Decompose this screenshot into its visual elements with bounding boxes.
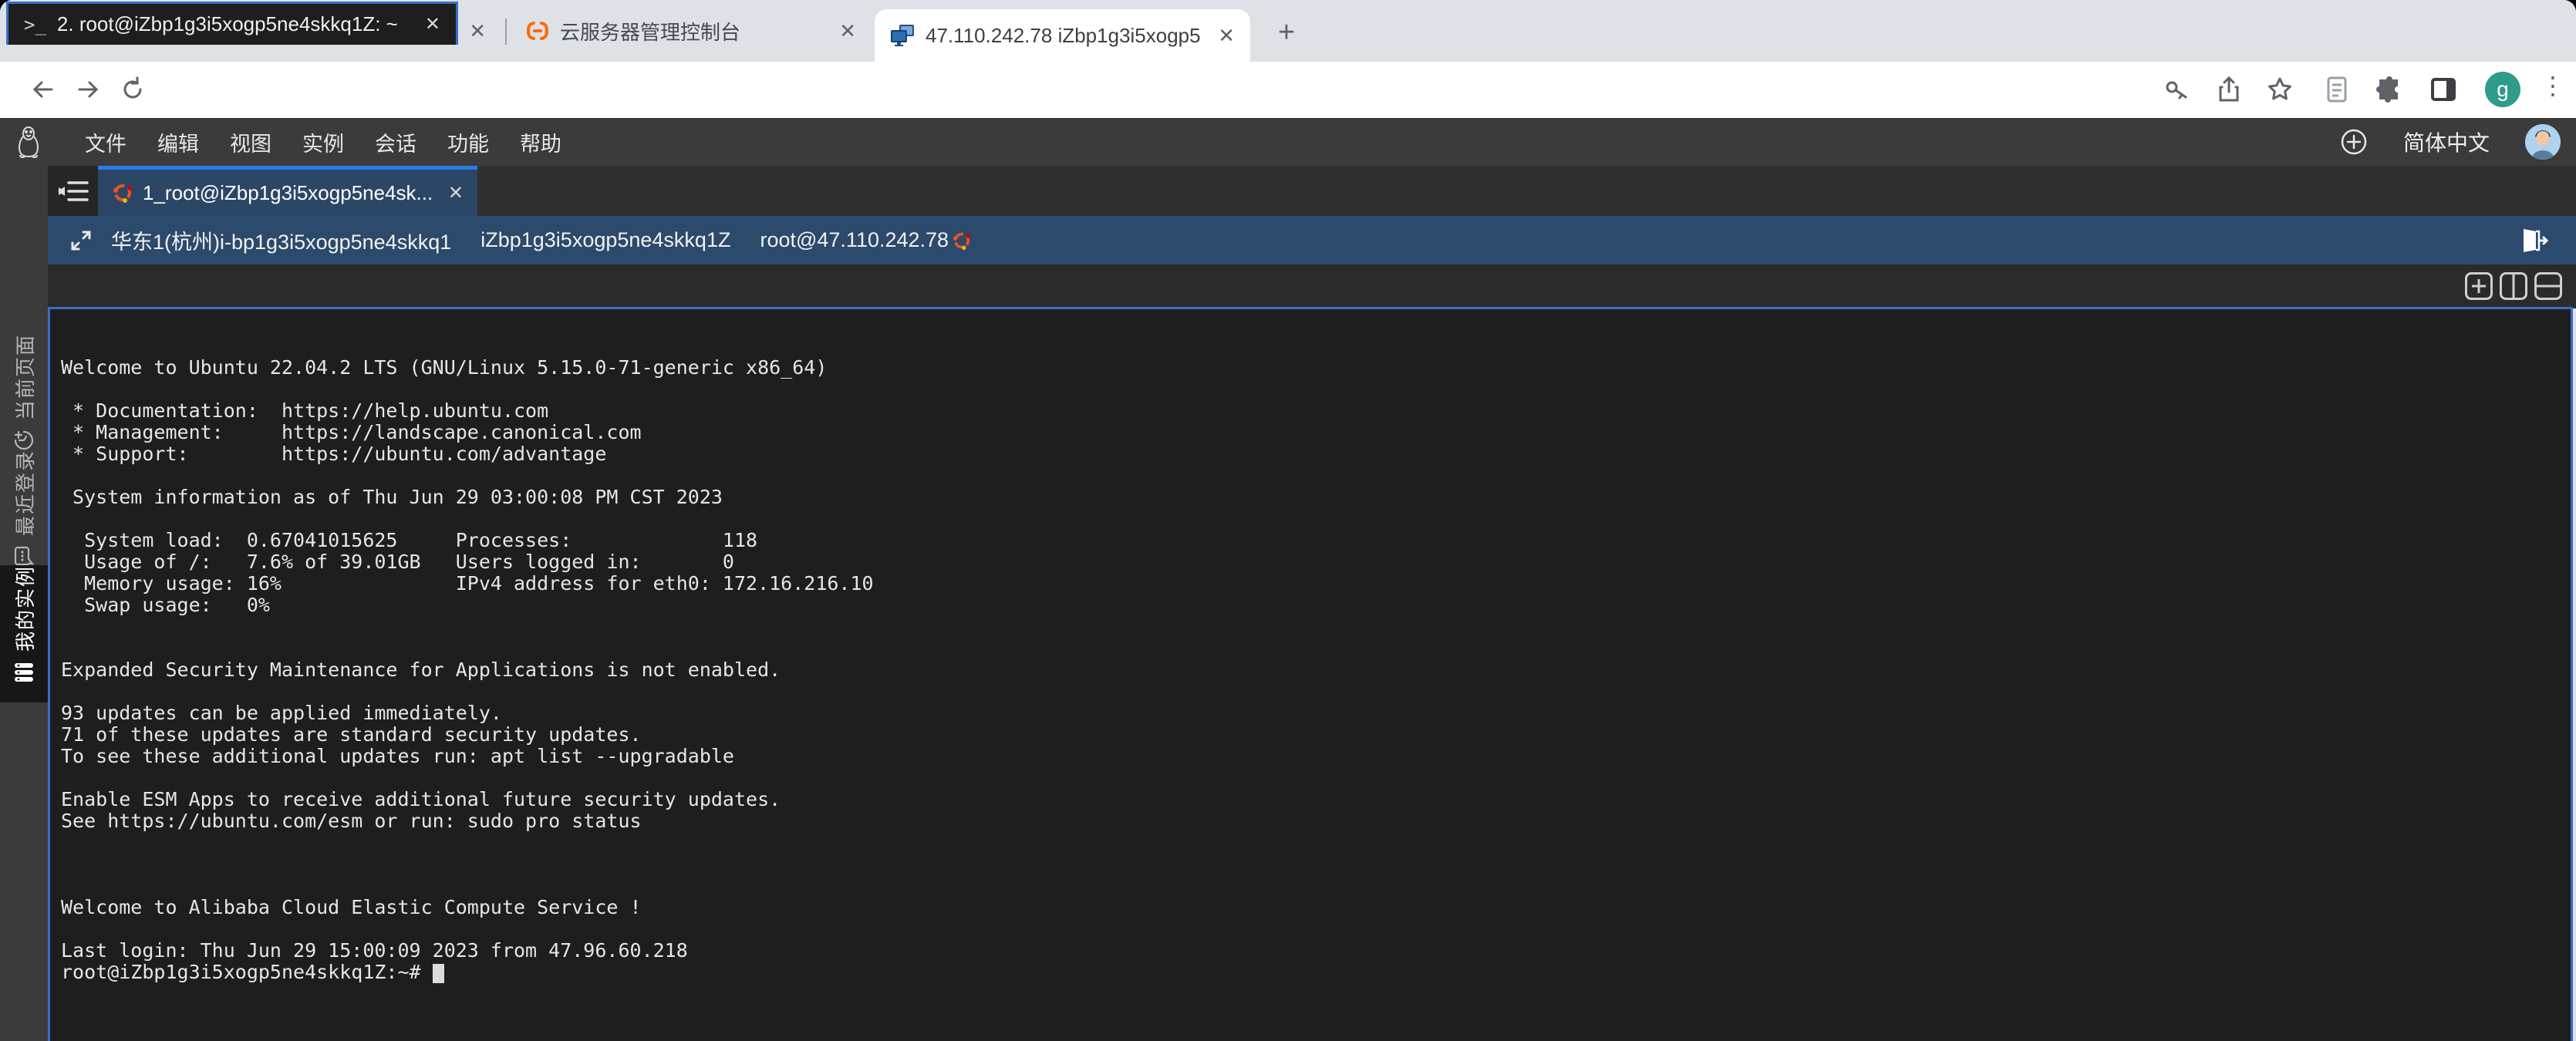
collapse-sidebar-icon[interactable] [48,166,98,216]
terminal-tab-active[interactable]: >_ 2. root@iZbp1g3i5xogp5ne4skkq1Z: ~ ✕ [6,2,458,45]
user-avatar[interactable] [2525,124,2561,160]
browser-window: 阿里云免费试用 - 阿里云 ✕ 云服务器管理控制台 ✕ 47.110.242.7… [0,0,2576,1041]
terminal-pane[interactable]: Welcome to Ubuntu 22.04.2 LTS (GNU/Linux… [48,307,2573,1041]
login-address: root@47.110.242.78 [760,228,949,252]
bookmark-star-icon[interactable] [2263,72,2297,106]
session-tab-close-icon[interactable]: ✕ [448,182,464,204]
menu-item-file[interactable]: 文件 [85,127,126,157]
pane-buttons [2465,272,2562,300]
sidebar-item-label: 我的实例 [10,565,39,652]
monitors-icon [890,24,915,47]
sidebar-item-my-instances[interactable]: 我的实例 [0,565,48,702]
terminal-tab-title: 2. root@iZbp1g3i5xogp5ne4skkq1Z: ~ [57,12,414,36]
workbench-sidebar: 当前页面 最近登录 我的实例 [0,166,48,1041]
password-key-icon[interactable] [2160,72,2193,106]
terminal-motd: Welcome to Ubuntu 22.04.2 LTS (GNU/Linux… [61,357,874,962]
split-vertical-icon[interactable] [2500,272,2527,300]
tab-separator [505,19,507,45]
reload-icon[interactable] [117,74,148,105]
terminal-prompt-icon: >_ [24,14,46,35]
new-pane-icon[interactable] [2465,272,2493,300]
browser-tab-ecs-console[interactable]: 云服务器管理控制台 ✕ [511,0,872,62]
tab-title: 47.110.242.78 iZbp1g3i5xogp5 [926,24,1207,48]
menu-item-session[interactable]: 会话 [375,127,416,157]
terminal-output: Welcome to Ubuntu 22.04.2 LTS (GNU/Linux… [61,314,874,1026]
sidebar-item-label: 当前页面 [10,334,39,420]
instance-info-bar: 华东1(杭州)i-bp1g3i5xogp5ne4skkq1 iZbp1g3i5x… [48,216,2576,264]
session-tab-title: 1_root@iZbp1g3i5xogp5ne4sk... [143,181,439,205]
terminal-tab-close-icon[interactable]: ✕ [425,13,440,35]
tab-close-icon[interactable]: ✕ [839,19,856,43]
menu-item-edit[interactable]: 编辑 [157,127,199,157]
extensions-puzzle-icon[interactable] [2372,72,2406,106]
current-page-icon [13,430,35,451]
workbench-menubar: 文件 编辑 视图 实例 会话 功能 帮助 简体中文 [0,118,2576,166]
add-instance-icon[interactable] [2340,128,2368,156]
sidebar-item-current-page[interactable]: 当前页面 [0,334,48,442]
side-panel-icon[interactable] [2426,72,2460,106]
instance-hostname: iZbp1g3i5xogp5ne4skkq1Z [480,228,730,252]
browser-menu-icon[interactable]: ⋮ [2541,71,2564,100]
share-icon[interactable] [2212,72,2246,106]
browser-tab-workbench-active[interactable]: 47.110.242.78 iZbp1g3i5xogp5 ✕ [875,9,1250,62]
expand-icon[interactable] [69,229,93,252]
terminal-tab-row [48,264,2576,308]
session-tab-row: 1_root@iZbp1g3i5xogp5ne4sk... ✕ [48,166,2576,216]
new-tab-button[interactable]: + [1271,17,1302,48]
aliyun-icon [526,19,549,42]
menubar-right: 简体中文 [2340,118,2561,166]
menu-item-view[interactable]: 视图 [230,127,271,157]
terminal-prompt-line[interactable]: root@iZbp1g3i5xogp5ne4skkq1Z:~# [61,962,874,983]
language-selector[interactable]: 简体中文 [2403,126,2490,157]
ubuntu-logo-icon [952,231,972,251]
menu-item-help[interactable]: 帮助 [520,127,561,157]
terminal-cursor [433,964,444,983]
back-icon[interactable] [28,74,59,105]
recent-login-icon [13,545,35,567]
menu-items: 文件 编辑 视图 实例 会话 功能 帮助 [85,127,561,157]
disconnect-exit-icon[interactable] [2520,227,2548,254]
tab-close-icon[interactable]: ✕ [469,19,486,43]
session-tab-active[interactable]: 1_root@iZbp1g3i5xogp5ne4sk... ✕ [98,166,477,216]
my-instances-icon [12,661,35,684]
linux-tux-icon [15,126,42,158]
sidebar-item-label: 最近登录 [10,450,39,536]
sidebar-item-recent-login[interactable]: 最近登录 [0,450,48,559]
extension-doc-icon[interactable] [2320,72,2354,106]
shell-prompt: root@iZbp1g3i5xogp5ne4skkq1Z:~# [61,961,433,983]
split-horizontal-icon[interactable] [2534,272,2562,300]
forward-icon[interactable] [72,74,103,105]
ubuntu-logo-icon [112,182,133,204]
browser-toolbar: ecs-workbench.aliyun.com/?from=EcsConsol… [0,62,2576,118]
menu-item-instance[interactable]: 实例 [302,127,344,157]
region-instance-id: 华东1(杭州)i-bp1g3i5xogp5ne4skkq1 [111,225,451,255]
tab-title: 云服务器管理控制台 [560,17,828,45]
browser-profile-avatar[interactable]: g [2485,72,2520,107]
menu-item-function[interactable]: 功能 [447,127,489,157]
tab-close-icon[interactable]: ✕ [1218,24,1235,48]
